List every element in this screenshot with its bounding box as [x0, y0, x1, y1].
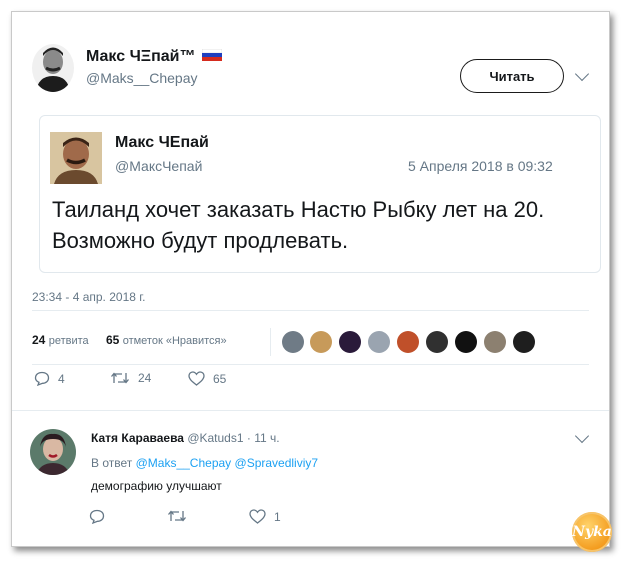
quoted-date: 5 Апреля 2018 в 09:32: [408, 158, 553, 174]
like-action[interactable]: 1: [249, 509, 281, 524]
retweet-stat[interactable]: 24 ретвита: [32, 333, 89, 347]
more-options-icon[interactable]: [574, 66, 590, 82]
liker-avatar[interactable]: [282, 331, 304, 353]
reply-time[interactable]: · 11 ч.: [247, 431, 280, 445]
reply-author-avatar[interactable]: [30, 429, 76, 475]
mention-link[interactable]: @Maks__Chepay: [136, 456, 232, 470]
follow-button[interactable]: Читать: [460, 59, 564, 93]
in-reply-prefix: В ответ: [91, 456, 133, 470]
liker-avatar[interactable]: [368, 331, 390, 353]
liker-avatar[interactable]: [513, 331, 535, 353]
author-handle[interactable]: @Maks__Chepay: [86, 70, 198, 86]
liker-avatar[interactable]: [339, 331, 361, 353]
author-name[interactable]: Макс ЧΞпай™: [86, 48, 196, 65]
liker-avatar[interactable]: [310, 331, 332, 353]
quoted-author-handle: @МаксЧепай: [115, 158, 203, 174]
retweet-count: 24: [138, 371, 152, 385]
author-avatar[interactable]: [32, 44, 74, 92]
liker-avatar[interactable]: [426, 331, 448, 353]
divider: [12, 410, 609, 411]
reply-action[interactable]: [89, 509, 113, 524]
retweet-action[interactable]: 24: [110, 371, 151, 385]
reply-author-handle[interactable]: @Katuds1: [187, 431, 243, 445]
divider: [32, 364, 589, 365]
retweets-label: ретвита: [48, 335, 89, 347]
divider: [270, 328, 271, 356]
reply-text: демографию улучшают: [91, 479, 222, 493]
like-action[interactable]: 65: [188, 371, 226, 386]
reply-header: Катя Караваева @Katuds1 · 11 ч.: [91, 431, 280, 445]
quoted-tweet[interactable]: Макс ЧЕпай @МаксЧепай 5 Апреля 2018 в 09…: [39, 115, 601, 273]
likes-label: отметок «Нравится»: [122, 335, 227, 347]
like-count: 1: [274, 509, 281, 524]
retweet-icon: [168, 510, 186, 522]
reply-icon: [34, 371, 50, 386]
heart-icon: [188, 371, 205, 386]
watermark-logo: Nyka: [572, 512, 612, 552]
likes-count: 65: [106, 333, 120, 347]
reply-count: 4: [58, 371, 65, 386]
quoted-avatar: [50, 132, 102, 184]
likes-stat[interactable]: 65 отметок «Нравится»: [106, 333, 227, 347]
reply-action[interactable]: 4: [34, 371, 65, 386]
liker-avatar[interactable]: [455, 331, 477, 353]
like-count: 65: [213, 371, 227, 386]
tweet-card: Макс ЧΞпай™ @Maks__Chepay Читать Макс ЧЕ…: [11, 11, 612, 552]
retweet-action[interactable]: [167, 509, 195, 523]
tweet-timestamp[interactable]: 23:34 - 4 апр. 2018 г.: [32, 290, 146, 304]
divider: [32, 310, 589, 311]
heart-icon: [249, 509, 266, 524]
reply-more-options-icon[interactable]: [574, 428, 590, 444]
liker-avatar[interactable]: [397, 331, 419, 353]
ru-flag-icon: [201, 48, 223, 66]
mention-link[interactable]: @Spravedliviy7: [235, 456, 319, 470]
retweet-icon: [111, 372, 129, 384]
in-reply-to: В ответ @Maks__Chepay @Spravedliviy7: [91, 456, 318, 470]
quoted-author-name: Макс ЧЕпай: [115, 134, 209, 151]
author-name-row: Макс ЧΞпай™: [86, 48, 223, 66]
retweets-count: 24: [32, 333, 46, 347]
reply-icon: [89, 509, 105, 524]
liker-avatar[interactable]: [484, 331, 506, 353]
quoted-text: Таиланд хочет заказать Настю Рыбку лет н…: [52, 197, 545, 253]
reply-author-name[interactable]: Катя Караваева: [91, 431, 184, 445]
